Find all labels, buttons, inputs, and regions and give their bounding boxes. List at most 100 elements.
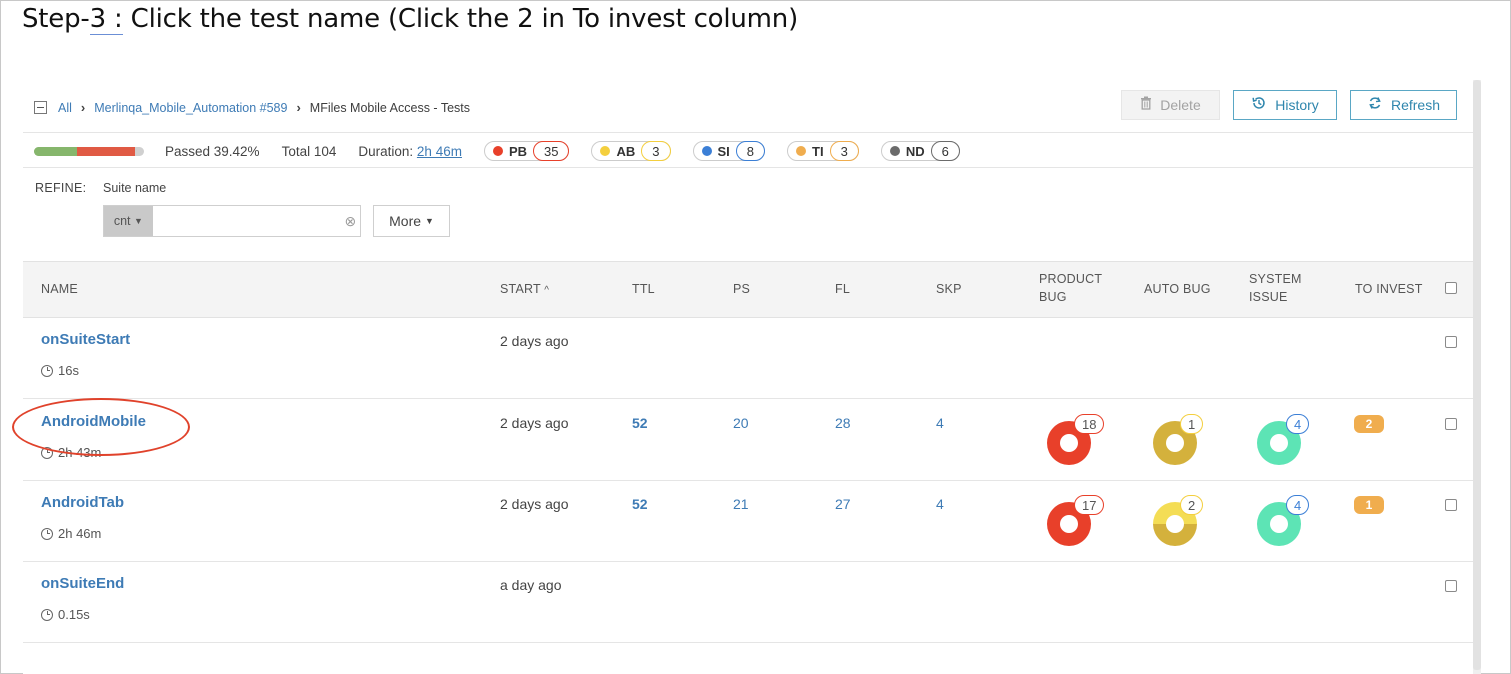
suite-name-filter: cnt ▼ ⊗ (103, 205, 361, 237)
column-skp[interactable]: SKP (936, 280, 962, 298)
test-name-link[interactable]: AndroidTab (41, 494, 124, 511)
system-issue-count[interactable]: 4 (1286, 495, 1310, 515)
trash-icon (1140, 96, 1152, 114)
breadcrumb-current: MFiles Mobile Access - Tests (309, 100, 471, 115)
test-name-link[interactable]: onSuiteEnd (41, 575, 124, 592)
table-row: onSuiteStart 16s 2 days ago (23, 317, 1473, 399)
passed-percent: Passed 39.42% (165, 143, 260, 159)
failed-count-link[interactable]: 28 (835, 415, 851, 431)
pass-fail-bar (34, 146, 144, 156)
more-label: More (389, 213, 422, 229)
column-system-issue[interactable]: SYSTEM ISSUE (1249, 270, 1302, 306)
defect-pill-si[interactable]: SI 8 (692, 141, 766, 161)
status-dot-icon (889, 146, 900, 156)
row-checkbox[interactable] (1445, 336, 1457, 348)
status-dot-icon (600, 146, 611, 156)
failed-count-link[interactable]: 27 (835, 496, 851, 512)
start-time: a day ago (500, 577, 562, 593)
caret-down-icon: ▼ (424, 216, 434, 226)
clock-icon (41, 608, 53, 621)
auto-bug-count[interactable]: 2 (1180, 495, 1204, 515)
defect-code: PB (508, 143, 528, 159)
status-dot-icon (796, 146, 807, 156)
defect-pill-ti[interactable]: TI 3 (787, 141, 859, 161)
auto-bug-count[interactable]: 1 (1180, 414, 1204, 434)
refine-label: REFINE: (35, 181, 87, 195)
table-row: AndroidMobile 2h 43m 2 days ago 52 20 28… (23, 399, 1473, 481)
defect-count: 8 (735, 141, 766, 161)
more-filters-button[interactable]: More ▼ (373, 205, 450, 237)
passed-segment (34, 146, 78, 156)
defect-code: AB (616, 143, 636, 159)
row-checkbox[interactable] (1445, 580, 1457, 592)
passed-count-link[interactable]: 20 (733, 415, 749, 431)
column-ps[interactable]: PS (733, 280, 750, 298)
defect-code: ND (905, 143, 925, 159)
system-issue-count[interactable]: 4 (1286, 414, 1310, 434)
column-to-invest[interactable]: TO INVEST (1355, 280, 1423, 298)
column-product-bug[interactable]: PRODUCT BUG (1039, 270, 1102, 306)
product-bug-count[interactable]: 18 (1074, 414, 1105, 434)
condition-dropdown[interactable]: cnt ▼ (104, 206, 153, 236)
scrollbar-thumb[interactable] (1473, 80, 1481, 670)
test-name-link[interactable]: onSuiteStart (41, 331, 130, 348)
row-checkbox[interactable] (1445, 499, 1457, 511)
history-button[interactable]: History (1233, 90, 1337, 120)
duration: Duration: 2h 46m (358, 143, 462, 159)
passed-count-link[interactable]: 21 (733, 496, 749, 512)
refresh-button[interactable]: Refresh (1350, 90, 1457, 120)
column-ttl[interactable]: TTL (632, 280, 655, 298)
condition-value: cnt (113, 214, 131, 228)
clock-icon (41, 446, 53, 459)
defect-pill-nd[interactable]: ND 6 (880, 141, 960, 161)
to-invest-badge[interactable]: 2 (1354, 415, 1384, 433)
breadcrumb-launch[interactable]: Merlinqa_Mobile_Automation #589 (94, 101, 287, 115)
suite-name-input[interactable] (152, 206, 341, 236)
column-start[interactable]: START ^ (500, 280, 549, 300)
total-count-link[interactable]: 52 (632, 496, 648, 512)
total-count-link[interactable]: 52 (632, 415, 648, 431)
breadcrumb-all[interactable]: All (58, 101, 72, 115)
test-duration: 2h 43m (41, 445, 101, 460)
breadcrumb: All › Merlinqa_Mobile_Automation #589 › … (34, 100, 470, 115)
skipped-count-link[interactable]: 4 (936, 496, 944, 512)
product-bug-count[interactable]: 17 (1074, 495, 1105, 515)
duration-link[interactable]: 2h 46m (417, 144, 462, 159)
defect-count: 3 (829, 141, 859, 161)
row-checkbox[interactable] (1445, 418, 1457, 430)
start-time: 2 days ago (500, 496, 569, 512)
select-all-checkbox[interactable] (1445, 282, 1457, 294)
skipped-count-link[interactable]: 4 (936, 415, 944, 431)
history-icon (1251, 95, 1267, 115)
clear-filter-icon[interactable]: ⊗ (341, 206, 360, 236)
defect-count: 6 (930, 141, 960, 161)
defect-code: TI (812, 143, 824, 159)
clock-icon (41, 527, 53, 540)
defect-pills: PB 35 AB 3 SI 8 TI 3 ND 6 (483, 141, 982, 161)
status-dot-icon (701, 146, 712, 156)
test-name-link[interactable]: AndroidMobile (41, 413, 146, 430)
test-duration: 2h 46m (41, 526, 101, 541)
refresh-icon (1367, 95, 1383, 115)
to-invest-badge[interactable]: 1 (1354, 496, 1384, 514)
collapse-toggle-icon[interactable] (34, 101, 47, 114)
chevron-right-icon: › (296, 100, 301, 115)
defect-count: 35 (533, 141, 570, 161)
delete-label: Delete (1160, 97, 1201, 113)
filter-field-label: Suite name (103, 181, 167, 195)
start-time: 2 days ago (500, 333, 569, 349)
clock-icon (41, 364, 53, 377)
test-duration: 0.15s (41, 607, 90, 622)
vertical-scrollbar[interactable] (1473, 80, 1481, 674)
divider (23, 167, 1473, 168)
table-row: onSuiteEnd 0.15s a day ago (23, 561, 1473, 643)
column-auto-bug[interactable]: AUTO BUG (1144, 280, 1211, 298)
status-dot-icon (492, 146, 503, 156)
column-name[interactable]: NAME (41, 280, 78, 298)
delete-button[interactable]: Delete (1121, 90, 1220, 120)
defect-pill-ab[interactable]: AB 3 (591, 141, 671, 161)
table-header: NAME START ^ TTL PS FL SKP PRODUCT BUG AU… (23, 261, 1473, 318)
column-fl[interactable]: FL (835, 280, 850, 298)
sort-asc-icon: ^ (544, 285, 550, 296)
defect-pill-pb[interactable]: PB 35 (483, 141, 570, 161)
